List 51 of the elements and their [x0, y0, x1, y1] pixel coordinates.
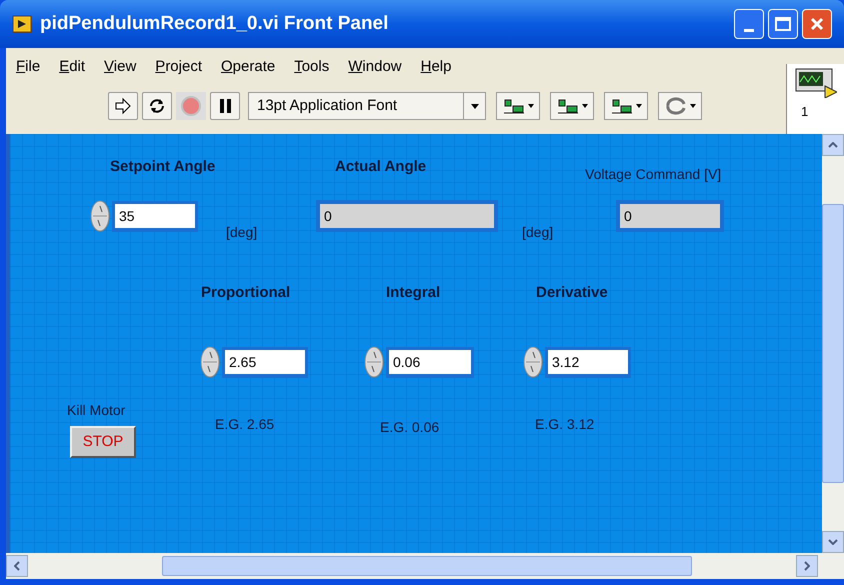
app-icon	[12, 15, 32, 33]
menu-item[interactable]: View	[104, 56, 136, 78]
pause-icon[interactable]	[210, 92, 240, 120]
numeric-indicator: 0	[316, 200, 498, 232]
scroll-left-icon	[14, 561, 20, 571]
maximize-button[interactable]	[768, 9, 798, 39]
menu-item[interactable]: Operate	[221, 56, 276, 78]
run-continuously-icon[interactable]	[142, 92, 172, 120]
label-text: [deg]	[226, 223, 258, 242]
reorder-icon[interactable]	[658, 92, 702, 120]
control-label: Setpoint Angle	[110, 157, 216, 177]
menu-item[interactable]: File	[16, 56, 40, 78]
label-text: Voltage Command [V]	[585, 165, 722, 184]
increment-decrement-icon[interactable]	[200, 346, 220, 378]
scroll-up-icon	[828, 142, 838, 148]
vi-icon: 1	[786, 64, 844, 134]
increment-decrement-icon[interactable]	[523, 346, 543, 378]
numeric-indicator: 0	[616, 200, 724, 232]
scroll-right-icon	[804, 561, 810, 571]
font-dropdown[interactable]: 13pt Application Font	[248, 92, 486, 120]
control-label: Actual Angle	[335, 157, 426, 177]
close-button[interactable]	[802, 9, 832, 39]
label-text: E.G. 0.06	[380, 418, 440, 437]
control-label: Proportional	[201, 283, 290, 303]
window-title: pidPendulumRecord1_0.vi Front Panel	[40, 12, 388, 36]
label-text: E.G. 3.12	[535, 415, 594, 434]
menu-item[interactable]: Project	[155, 56, 202, 78]
label-text: E.G. 2.65	[215, 415, 274, 434]
label-text: Kill Motor	[67, 401, 126, 420]
control-label: Derivative	[536, 283, 608, 303]
numeric-control[interactable]: 2.65	[225, 350, 305, 374]
numeric-control[interactable]: 35	[115, 204, 195, 228]
control-label: Integral	[386, 283, 440, 303]
distribute-objects-icon[interactable]	[550, 92, 594, 120]
menu-item[interactable]: Edit	[59, 56, 86, 78]
scroll-down-icon	[828, 539, 838, 545]
horizontal-scrollbar[interactable]	[6, 553, 844, 579]
menu-item[interactable]: Help	[420, 56, 452, 78]
minimize-button[interactable]	[734, 9, 764, 39]
vertical-scrollbar[interactable]	[822, 134, 844, 553]
dropdown-arrow-icon	[470, 104, 478, 108]
align-objects-icon[interactable]	[496, 92, 540, 120]
label-text: [deg]	[522, 223, 554, 242]
numeric-control[interactable]: 3.12	[548, 350, 628, 374]
resize-objects-icon[interactable]	[604, 92, 648, 120]
menu-item[interactable]: Tools	[294, 56, 330, 78]
increment-decrement-icon[interactable]	[90, 200, 110, 232]
numeric-control[interactable]: 0.06	[389, 350, 471, 374]
increment-decrement-icon[interactable]	[364, 346, 384, 378]
menu-item[interactable]: Window	[348, 56, 402, 78]
close-icon	[809, 16, 825, 32]
